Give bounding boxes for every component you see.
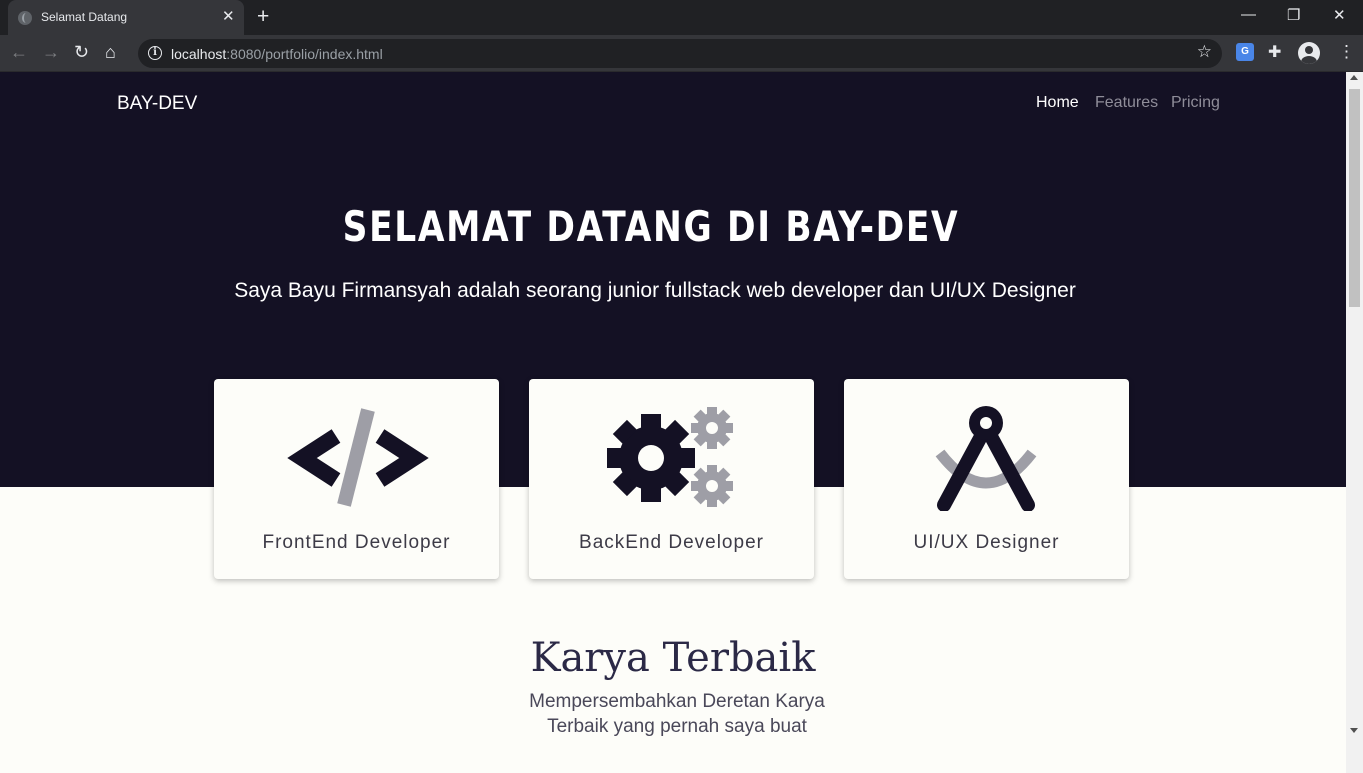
service-card-uiux: UI/UX Designer <box>844 379 1129 579</box>
browser-tab-strip: Selamat Datang ✕ + — ❐ ✕ <box>0 0 1363 35</box>
back-arrow-icon[interactable]: ← <box>10 42 28 62</box>
code-icon <box>287 408 429 507</box>
portfolio-section-subtitle: Mempersembahkan Deretan Karya Terbaik ya… <box>529 691 825 737</box>
compass-drafting-icon <box>935 406 1037 511</box>
hero-subtitle: Saya Bayu Firmansyah adalah seorang juni… <box>234 279 1076 302</box>
nav-link-pricing[interactable]: Pricing <box>1171 94 1220 112</box>
site-brand[interactable]: BAY-DEV <box>117 93 197 115</box>
service-card-label: UI/UX Designer <box>913 532 1060 553</box>
url-host: localhost <box>171 46 227 62</box>
reload-icon[interactable]: ↻ <box>74 42 89 62</box>
tab-title: Selamat Datang <box>41 10 128 24</box>
extensions-puzzle-icon[interactable]: ✚ <box>1268 42 1281 62</box>
kebab-menu-icon[interactable]: ⋮ <box>1338 42 1355 62</box>
page-viewport: BAY-DEV Home Features Pricing SELAMAT DA… <box>0 72 1346 773</box>
restore-icon[interactable]: ❐ <box>1287 6 1300 24</box>
browser-tab[interactable]: Selamat Datang ✕ <box>8 0 244 35</box>
browser-toolbar: ← → ↻ ⌂ i localhost:8080/portfolio/index… <box>0 35 1363 72</box>
hero-title: SELAMAT DATANG DI BAY-DEV <box>342 202 960 251</box>
profile-avatar-icon[interactable] <box>1298 42 1320 64</box>
scroll-thumb[interactable] <box>1349 89 1360 307</box>
translate-extension-icon[interactable]: G <box>1236 43 1254 61</box>
bookmark-star-icon[interactable]: ☆ <box>1197 42 1212 62</box>
globe-icon <box>18 11 32 25</box>
nav-link-features[interactable]: Features <box>1095 94 1158 112</box>
scroll-down-arrow-icon[interactable] <box>1350 728 1358 733</box>
nav-link-home[interactable]: Home <box>1036 94 1079 112</box>
service-card-label: FrontEnd Developer <box>262 532 451 553</box>
portfolio-section-title: Karya Terbaik <box>530 635 816 681</box>
gears-icon <box>607 407 733 507</box>
home-icon[interactable]: ⌂ <box>105 42 116 62</box>
service-card-label: BackEnd Developer <box>579 532 764 553</box>
url-text: localhost:8080/portfolio/index.html <box>171 46 383 62</box>
minimize-icon[interactable]: — <box>1241 6 1256 23</box>
close-window-icon[interactable]: ✕ <box>1333 6 1346 24</box>
url-path: :8080/portfolio/index.html <box>226 46 383 62</box>
service-card-backend: BackEnd Developer <box>529 379 814 579</box>
site-info-icon[interactable]: i <box>148 46 162 60</box>
close-tab-icon[interactable]: ✕ <box>222 9 235 24</box>
service-card-frontend: FrontEnd Developer <box>214 379 499 579</box>
new-tab-button[interactable]: + <box>257 6 269 28</box>
page-scrollbar[interactable] <box>1346 72 1363 773</box>
forward-arrow-icon[interactable]: → <box>42 42 60 62</box>
address-bar[interactable]: i localhost:8080/portfolio/index.html ☆ <box>138 39 1222 68</box>
scroll-up-arrow-icon[interactable] <box>1350 75 1358 80</box>
